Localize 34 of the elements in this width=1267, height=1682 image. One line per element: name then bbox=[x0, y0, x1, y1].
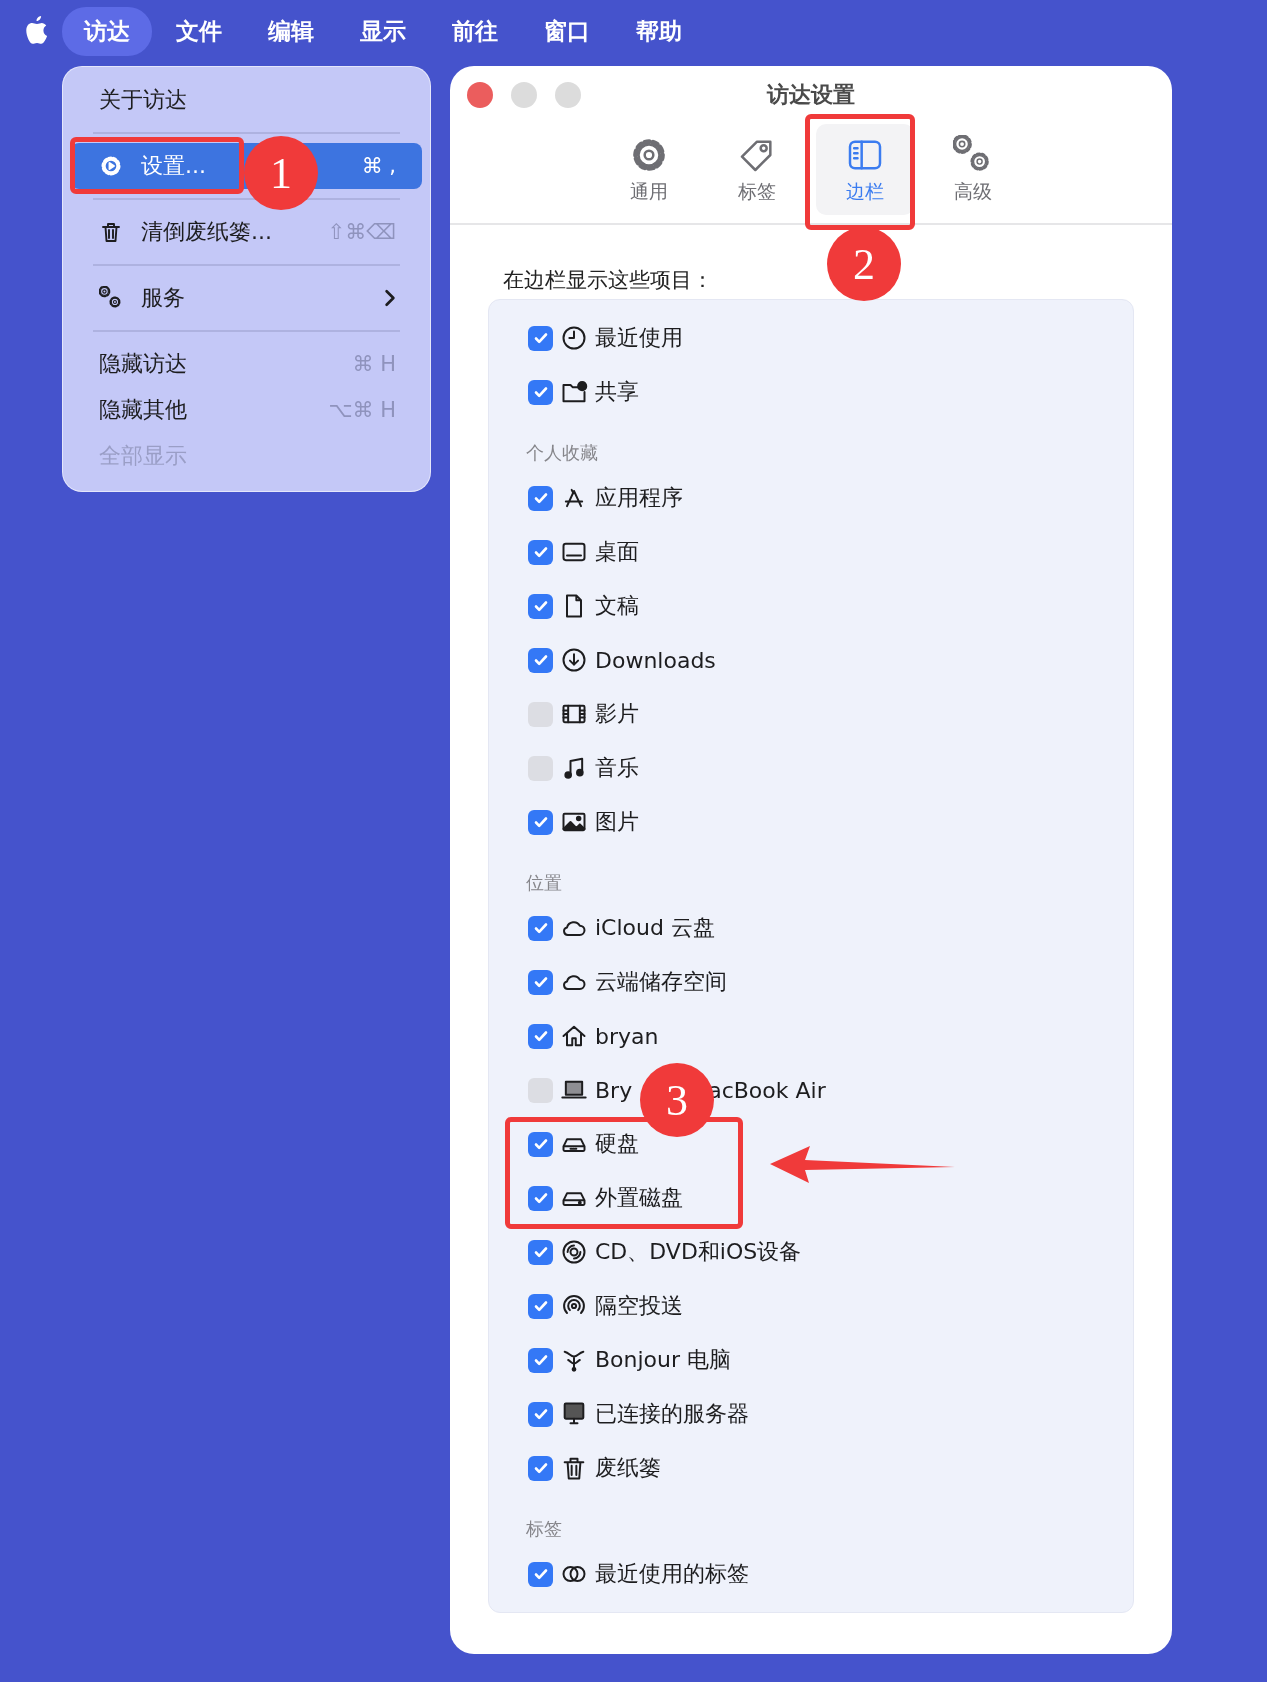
item-label: iCloud 云盘 bbox=[595, 914, 715, 942]
item-label: Downloads bbox=[595, 647, 716, 673]
item-label: 废纸篓 bbox=[595, 1454, 661, 1482]
item-label: 文稿 bbox=[595, 592, 639, 620]
item-label: CD、DVD和iOS设备 bbox=[595, 1238, 802, 1266]
item-label: 最近使用 bbox=[595, 324, 683, 352]
item-label: Bonjour 电脑 bbox=[595, 1346, 732, 1374]
item-label: 影片 bbox=[595, 700, 639, 728]
item-label: 应用程序 bbox=[595, 484, 683, 512]
section-header: 个人收藏 bbox=[525, 441, 599, 465]
item-label: 硬盘 bbox=[595, 1130, 639, 1158]
item-label: 音乐 bbox=[595, 754, 639, 782]
tab-label: 标签 bbox=[738, 178, 776, 204]
tab-label: 高级 bbox=[954, 178, 992, 204]
item-label: 外置磁盘 bbox=[595, 1184, 683, 1212]
window-title: 访达设置 bbox=[767, 81, 855, 109]
section-header: 标签 bbox=[525, 1517, 563, 1541]
item-label: 桌面 bbox=[595, 538, 639, 566]
item-label: Bry bbox=[595, 1077, 633, 1103]
section-header: 位置 bbox=[525, 871, 563, 895]
item-label: 最近使用的标签 bbox=[595, 1560, 749, 1588]
shortcut-label: ⇧⌘⌫ bbox=[327, 220, 396, 244]
shortcut-label: ⌥⌘ H bbox=[328, 398, 396, 422]
tab-label: 通用 bbox=[630, 178, 668, 204]
item-label: 隔空投送 bbox=[595, 1292, 683, 1320]
shortcut-label: ⌘ H bbox=[352, 352, 396, 376]
tab-label: 边栏 bbox=[846, 178, 884, 204]
item-label: 图片 bbox=[595, 808, 639, 836]
item-label: 云端储存空间 bbox=[595, 968, 727, 996]
shortcut-label: ⌘ , bbox=[361, 154, 396, 178]
item-label: bryan bbox=[595, 1023, 659, 1049]
item-label: 已连接的服务器 bbox=[595, 1400, 749, 1428]
section-intro: 在边栏显示这些项目： bbox=[503, 267, 714, 293]
item-label: 共享 bbox=[595, 378, 639, 406]
